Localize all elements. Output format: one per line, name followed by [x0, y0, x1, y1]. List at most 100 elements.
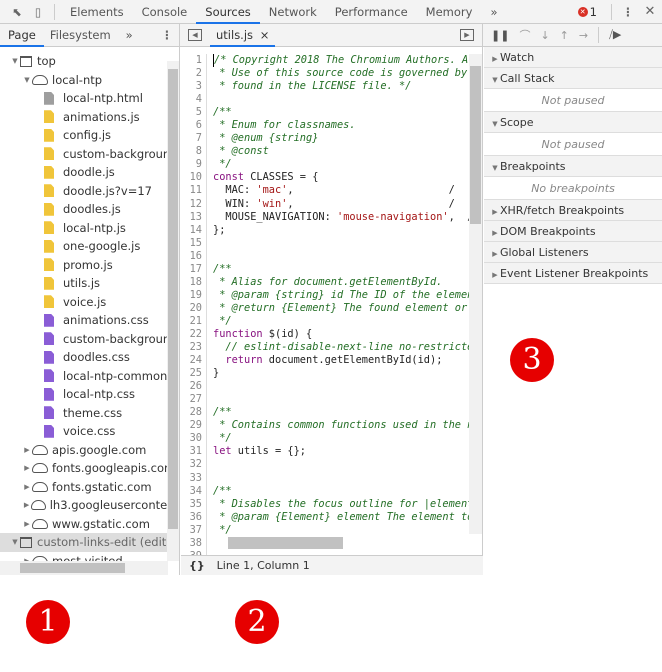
tab-utils-js[interactable]: utils.js × — [210, 24, 276, 47]
tree-item[interactable]: animations.css — [10, 311, 179, 330]
tree-item[interactable]: ▶ apis.google.com — [10, 441, 179, 460]
section-xhr-fetch-breakpoints[interactable]: ▶ XHR/fetch Breakpoints — [484, 200, 662, 221]
tree-item[interactable]: local-ntp.css — [10, 385, 179, 404]
error-counter[interactable]: ✕ 1 — [577, 5, 597, 19]
tab-filesystem[interactable]: Filesystem — [44, 24, 117, 47]
close-devtools-icon[interactable]: ✕ — [638, 4, 662, 19]
inspect-element-icon[interactable]: ⬉ — [6, 5, 28, 19]
section-global-listeners[interactable]: ▶ Global Listeners — [484, 242, 662, 263]
line-number[interactable]: 32 — [181, 458, 207, 472]
tree-item[interactable]: ▼ top — [10, 52, 179, 71]
line-number[interactable]: 18 — [181, 275, 207, 289]
line-number[interactable]: 27 — [181, 393, 207, 407]
line-number[interactable]: 26 — [181, 380, 207, 394]
line-number[interactable]: 19 — [181, 288, 207, 302]
section-breakpoints[interactable]: ▼ Breakpoints — [484, 156, 662, 177]
line-number[interactable]: 12 — [181, 197, 207, 211]
tree-item[interactable]: ▼ custom-links-edit (edit — [0, 533, 179, 552]
collapsed-arrow-icon[interactable]: ▶ — [22, 478, 32, 497]
tree-item[interactable]: one-google.js — [10, 237, 179, 256]
line-number[interactable]: 30 — [181, 432, 207, 446]
line-number[interactable]: 22 — [181, 327, 207, 342]
tree-item[interactable]: doodle.js?v=17 — [10, 182, 179, 201]
line-number[interactable]: 37 — [181, 523, 207, 537]
tree-item[interactable]: local-ntp.js — [10, 219, 179, 238]
collapsed-arrow-icon[interactable]: ▶ — [22, 496, 31, 515]
tree-item[interactable]: custom-background — [10, 330, 179, 349]
line-number[interactable]: 4 — [181, 93, 207, 107]
scrollbar-thumb[interactable] — [470, 66, 481, 224]
line-number[interactable]: 21 — [181, 314, 207, 328]
tab-page[interactable]: Page — [0, 24, 44, 47]
line-number[interactable]: 6 — [181, 119, 207, 133]
section-scope[interactable]: ▼ Scope — [484, 112, 662, 133]
line-number[interactable]: 33 — [181, 471, 207, 485]
more-options-icon[interactable]: ⋮ — [618, 5, 638, 19]
line-number[interactable]: 5 — [181, 106, 207, 120]
step-out-icon[interactable]: ↑ — [560, 29, 569, 42]
line-number[interactable]: 10 — [181, 171, 207, 185]
section-call-stack[interactable]: ▼ Call Stack — [484, 68, 662, 89]
line-number[interactable]: 29 — [181, 419, 207, 433]
scrollbar-thumb[interactable] — [228, 537, 343, 549]
editor-horizontal-scrollbar[interactable] — [208, 535, 470, 551]
tree-item[interactable]: doodles.css — [10, 348, 179, 367]
scrollbar-thumb[interactable] — [168, 69, 178, 529]
line-number[interactable]: 7 — [181, 132, 207, 146]
close-tab-icon[interactable]: × — [260, 28, 270, 42]
line-number[interactable]: 16 — [181, 249, 207, 263]
tree-item[interactable]: voice.css — [10, 422, 179, 441]
tree-item[interactable]: local-ntp-common.c — [10, 367, 179, 386]
expanded-arrow-icon[interactable]: ▼ — [10, 52, 20, 71]
tab-sources[interactable]: Sources — [196, 0, 260, 24]
step-icon[interactable]: → — [579, 29, 588, 42]
tree-item[interactable]: doodles.js — [10, 200, 179, 219]
line-number[interactable]: 38 — [181, 536, 207, 550]
line-number[interactable]: 24 — [181, 354, 207, 368]
step-into-icon[interactable]: ↓ — [540, 29, 549, 42]
code-editor[interactable]: 1 /* Copyright 2018 The Chromium Authors.… — [181, 47, 483, 555]
tree-item[interactable]: ▶ www.gstatic.com — [10, 515, 179, 534]
section-event-listener-breakpoints[interactable]: ▶ Event Listener Breakpoints — [484, 263, 662, 284]
tab-console[interactable]: Console — [133, 0, 197, 24]
line-number[interactable]: 11 — [181, 184, 207, 198]
line-number[interactable]: 9 — [181, 158, 207, 172]
tab-network[interactable]: Network — [260, 0, 326, 24]
collapsed-arrow-icon[interactable]: ▶ — [22, 441, 32, 460]
line-number[interactable]: 14 — [181, 223, 207, 237]
tree-item[interactable]: doodle.js — [10, 163, 179, 182]
toggle-navigator-icon[interactable]: ◀ — [188, 29, 202, 41]
tree-item[interactable]: local-ntp.html — [10, 89, 179, 108]
line-number[interactable]: 34 — [181, 484, 207, 498]
expanded-arrow-icon[interactable]: ▼ — [10, 533, 20, 552]
more-navigator-tabs[interactable]: » — [117, 24, 142, 47]
tree-item[interactable]: utils.js — [10, 274, 179, 293]
tree-item[interactable]: voice.js — [10, 293, 179, 312]
collapsed-arrow-icon[interactable]: ▶ — [22, 459, 32, 478]
line-number[interactable]: 8 — [181, 145, 207, 159]
tree-item[interactable]: promo.js — [10, 256, 179, 275]
tree-item[interactable]: config.js — [10, 126, 179, 145]
navigator-horizontal-scrollbar[interactable] — [0, 561, 168, 575]
line-number[interactable]: 1 — [181, 54, 207, 68]
line-number[interactable]: 35 — [181, 497, 207, 511]
line-number[interactable]: 36 — [181, 510, 207, 524]
tree-item[interactable]: ▶ fonts.googleapis.com — [10, 459, 179, 478]
pause-icon[interactable]: ❚❚ — [491, 29, 509, 42]
toggle-debugger-icon[interactable]: ▶ — [460, 29, 474, 41]
tree-item[interactable]: animations.js — [10, 108, 179, 127]
navigator-menu-icon[interactable]: ⋮ — [159, 28, 175, 42]
editor-vertical-scrollbar[interactable] — [469, 54, 482, 534]
navigator-vertical-scrollbar[interactable] — [167, 61, 179, 561]
more-tabs-button[interactable]: » — [481, 0, 506, 24]
line-number[interactable]: 20 — [181, 301, 207, 315]
tab-performance[interactable]: Performance — [326, 0, 417, 24]
line-number[interactable]: 28 — [181, 406, 207, 420]
line-number[interactable]: 3 — [181, 80, 207, 94]
tree-item[interactable]: custom-background — [10, 145, 179, 164]
line-number[interactable]: 2 — [181, 67, 207, 81]
section-dom-breakpoints[interactable]: ▶ DOM Breakpoints — [484, 221, 662, 242]
collapsed-arrow-icon[interactable]: ▶ — [22, 515, 32, 534]
section-watch[interactable]: ▶ Watch — [484, 47, 662, 68]
tree-item[interactable]: ▶ fonts.gstatic.com — [10, 478, 179, 497]
